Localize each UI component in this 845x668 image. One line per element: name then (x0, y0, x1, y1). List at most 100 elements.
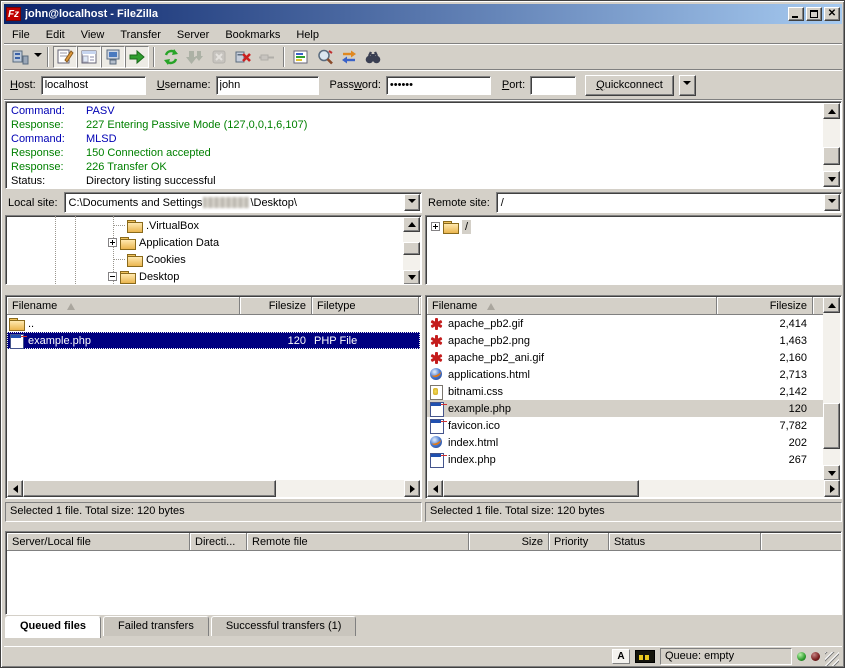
tree-item-application-data[interactable]: Application Data (108, 234, 219, 251)
menu-transfer[interactable]: Transfer (112, 27, 169, 43)
file-row-example-php[interactable]: example.php120 (427, 400, 823, 417)
menu-view[interactable]: View (73, 27, 113, 43)
username-input[interactable] (216, 76, 319, 95)
v-scrollbar-thumb[interactable] (403, 242, 420, 255)
menu-edit[interactable]: Edit (38, 27, 73, 43)
remote-site-combobox[interactable]: / (496, 192, 842, 213)
file-row[interactable]: bitnami.css2,142 (427, 383, 823, 400)
tree-item-virtualbox[interactable]: .VirtualBox (113, 217, 199, 234)
host-input[interactable] (41, 76, 146, 95)
remote-site-dropdown[interactable] (824, 194, 840, 211)
file-row[interactable]: applications.html2,713 (427, 366, 823, 383)
log-line: Command:PASV (8, 104, 822, 118)
menu-help[interactable]: Help (288, 27, 327, 43)
file-row-parent[interactable]: .. (7, 315, 420, 332)
local-directory-tree: .VirtualBox Application Data Cookies Des… (5, 215, 422, 285)
menu-file[interactable]: File (4, 27, 38, 43)
remote-site-label: Remote site: (425, 197, 496, 209)
port-input[interactable] (530, 76, 576, 95)
scroll-down-button[interactable] (823, 465, 840, 481)
queue-header-local-file[interactable]: Server/Local file (7, 533, 190, 551)
reconnect-button[interactable] (255, 46, 279, 68)
expand-icon[interactable] (431, 222, 440, 231)
v-scrollbar-thumb[interactable] (823, 147, 840, 165)
refresh-button[interactable] (159, 46, 183, 68)
find-files-button[interactable] (361, 46, 385, 68)
v-scrollbar-thumb[interactable] (823, 403, 840, 449)
minimize-button[interactable] (788, 7, 804, 21)
log-line: Command:MLSD (8, 132, 822, 146)
log-scrollbar (823, 103, 840, 187)
local-site-combobox[interactable]: C:\Documents and Settings\Desktop\ (64, 192, 422, 213)
queue-header-size[interactable]: Size (469, 533, 549, 551)
scroll-up-button[interactable] (823, 297, 840, 313)
scroll-down-button[interactable] (403, 270, 420, 285)
toggle-transfer-queue-button[interactable] (125, 46, 149, 68)
tree-guide (55, 216, 56, 284)
h-scrollbar-thumb[interactable] (443, 480, 639, 497)
queue-status-text: Queue: empty (660, 648, 792, 665)
file-row[interactable]: index.html202 (427, 434, 823, 451)
filter-button[interactable] (289, 46, 313, 68)
toggle-message-log-button[interactable] (53, 46, 77, 68)
queue-header-remote-file[interactable]: Remote file (247, 533, 469, 551)
password-input[interactable] (386, 76, 491, 95)
disconnect-button[interactable] (231, 46, 255, 68)
scroll-up-button[interactable] (823, 103, 840, 119)
tab-failed-transfers[interactable]: Failed transfers (103, 616, 209, 636)
refresh-icon (162, 48, 180, 66)
tab-successful-transfers[interactable]: Successful transfers (1) (211, 616, 357, 636)
scroll-up-button[interactable] (403, 217, 420, 232)
file-row[interactable]: apache_pb2.gif2,414 (427, 315, 823, 332)
scroll-right-button[interactable] (404, 480, 420, 497)
column-header-filetype[interactable]: Filetype (312, 297, 419, 315)
tree-item-root[interactable]: / (431, 218, 471, 235)
site-manager-button[interactable] (8, 46, 32, 68)
file-row-example-php[interactable]: example.php 120 PHP File 1 (7, 332, 420, 349)
queue-header-status[interactable]: Status (609, 533, 761, 551)
toggle-local-tree-button[interactable] (77, 46, 101, 68)
collapse-icon[interactable] (108, 272, 117, 281)
quickconnect-dropdown[interactable] (679, 75, 696, 96)
scroll-down-button[interactable] (823, 171, 840, 187)
synchronized-browsing-button[interactable] (337, 46, 361, 68)
scroll-right-button[interactable] (824, 480, 840, 497)
scroll-left-button[interactable] (427, 480, 443, 497)
column-header-filename[interactable]: Filename (427, 297, 717, 315)
site-manager-dropdown[interactable] (32, 46, 43, 68)
queue-header-priority[interactable]: Priority (549, 533, 609, 551)
tree-guide (75, 216, 76, 284)
css-file-icon (429, 385, 445, 399)
maximize-button[interactable] (806, 7, 822, 21)
close-button[interactable]: ✕ (824, 7, 840, 21)
tab-queued-files[interactable]: Queued files (5, 616, 101, 638)
scroll-left-button[interactable] (7, 480, 23, 497)
data-type-icon: A (612, 649, 630, 664)
resize-grip[interactable] (825, 652, 839, 666)
file-row[interactable]: favicon.ico7,782 (427, 417, 823, 434)
tree-item-desktop[interactable]: Desktop (108, 268, 179, 285)
process-queue-button[interactable] (183, 46, 207, 68)
expand-icon[interactable] (108, 238, 117, 247)
cancel-operation-button[interactable] (207, 46, 231, 68)
column-header-filename[interactable]: Filename (7, 297, 240, 315)
local-h-scrollbar (7, 480, 420, 497)
local-site-dropdown[interactable] (404, 194, 420, 211)
local-pane: Local site: C:\Documents and Settings\De… (5, 191, 422, 524)
file-row[interactable]: index.php267 (427, 451, 823, 468)
column-header-filesize[interactable]: Filesize (717, 297, 813, 315)
column-header-filesize[interactable]: Filesize (240, 297, 312, 315)
quickconnect-button[interactable]: Quickconnect (585, 75, 674, 96)
tree-item-cookies[interactable]: Cookies (113, 251, 186, 268)
sync-browsing-icon (340, 48, 358, 66)
h-scrollbar-thumb[interactable] (23, 480, 276, 497)
file-row[interactable]: apache_pb2.png1,463 (427, 332, 823, 349)
column-header-lastmodified[interactable]: L (419, 297, 422, 315)
file-row[interactable]: apache_pb2_ani.gif2,160 (427, 349, 823, 366)
queue-header-direction[interactable]: Directi... (190, 533, 247, 551)
toggle-remote-tree-button[interactable] (101, 46, 125, 68)
directory-comparison-button[interactable] (313, 46, 337, 68)
menu-server[interactable]: Server (169, 27, 217, 43)
menu-bookmarks[interactable]: Bookmarks (217, 27, 288, 43)
toolbar-separator (153, 47, 155, 67)
